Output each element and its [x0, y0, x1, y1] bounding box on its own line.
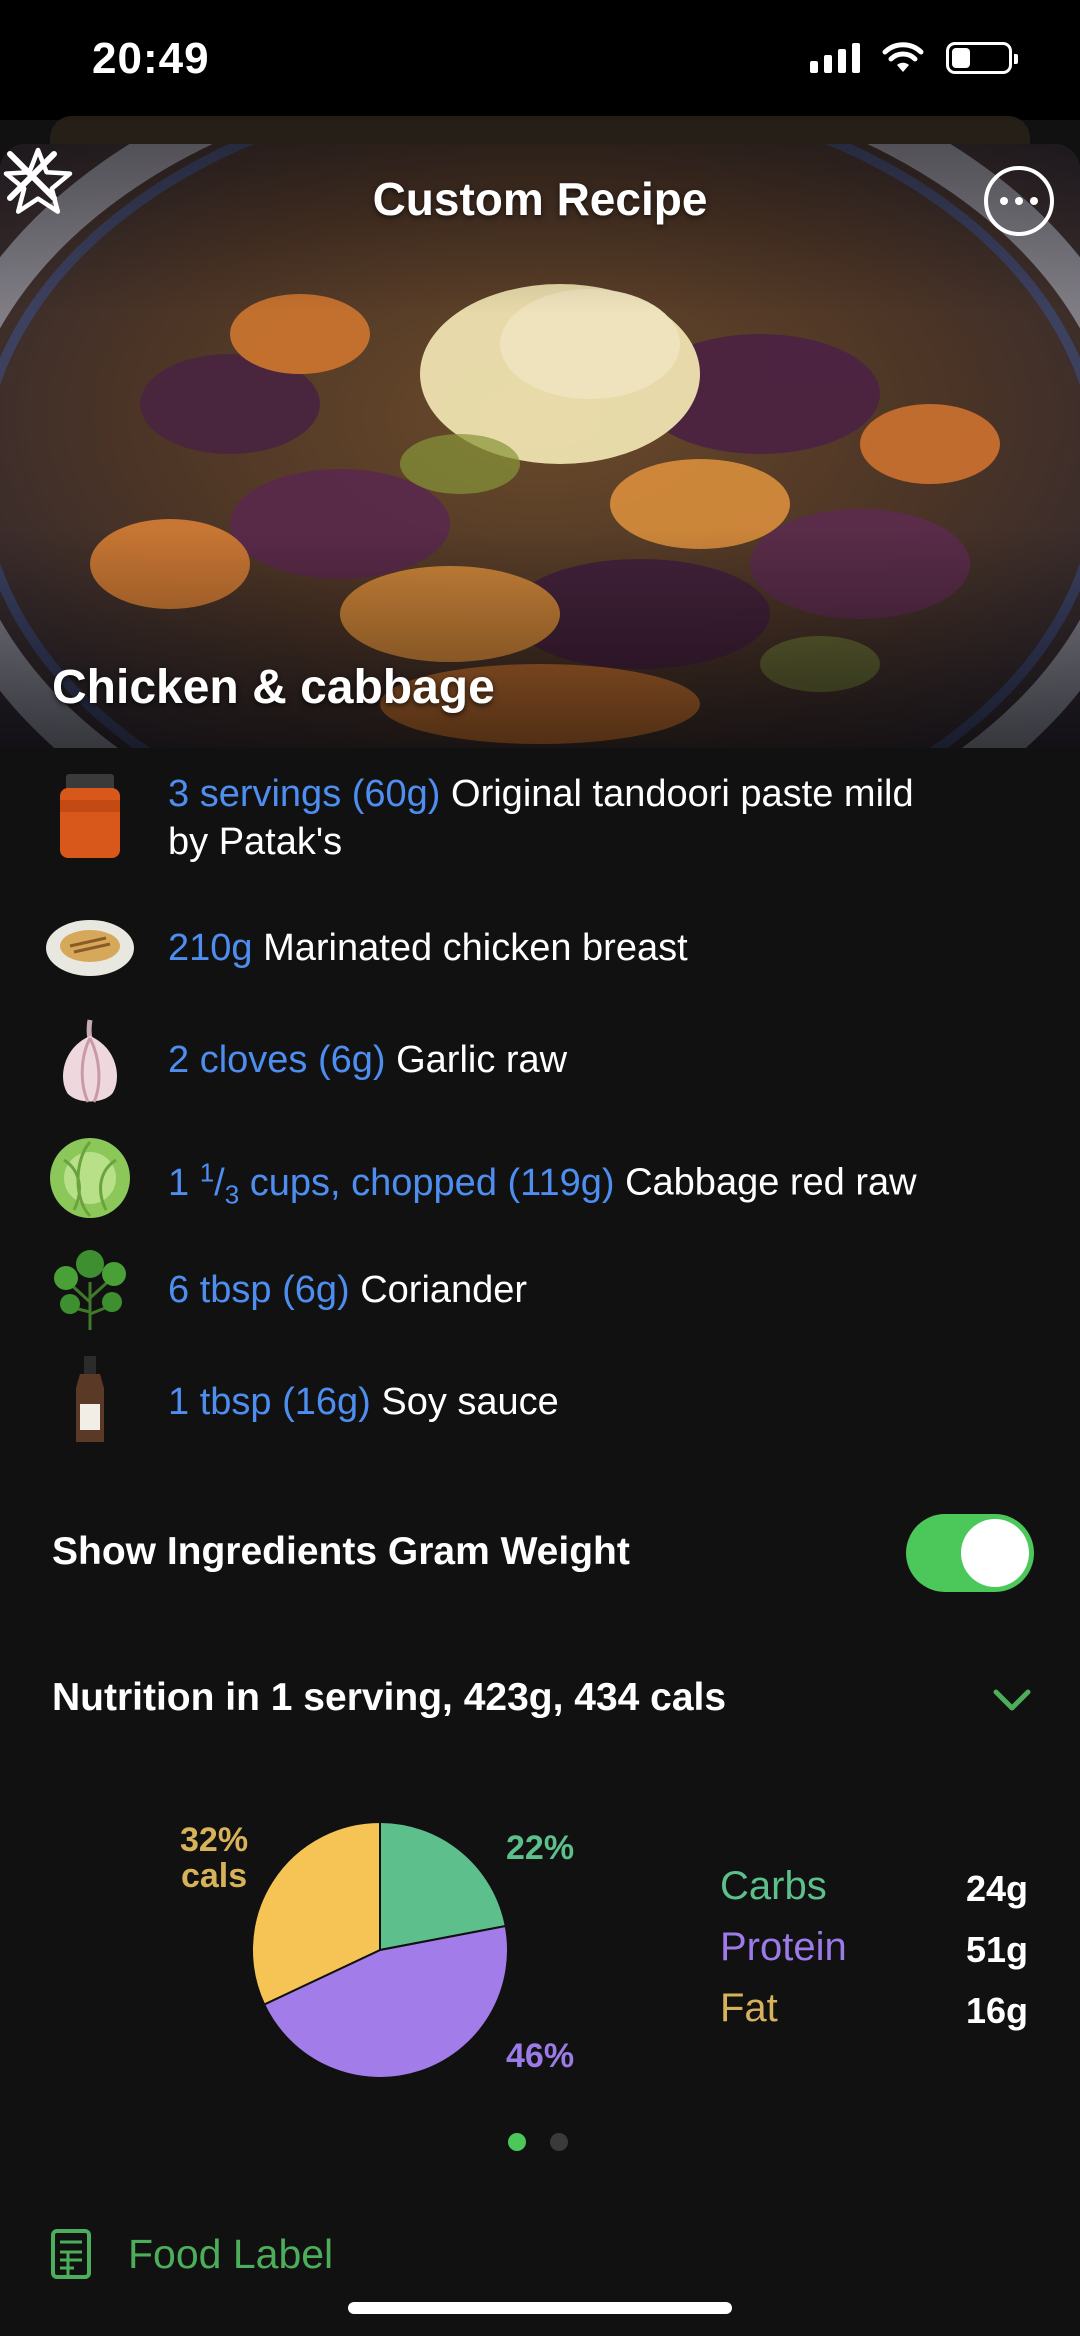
soy-sauce-bottle-icon [76, 1356, 104, 1442]
macro-value: 16g [965, 1990, 1028, 2031]
ingredient-name: Original tandoori paste mild [451, 773, 914, 815]
screen-title: Custom Recipe [372, 173, 708, 225]
carbs-percent-label: 22% [506, 1829, 575, 1867]
cabbage-icon [50, 1138, 130, 1218]
macro-name: Fat [720, 1986, 778, 2030]
fat-percent-label: 32% cals [180, 1822, 248, 1894]
ingredient-quantity: 6 tbsp (6g) [168, 1269, 350, 1311]
hero-bottom-shade [0, 528, 1080, 748]
ingredient-quantity: 3 servings (60g) [168, 773, 441, 815]
macro-pie-chart[interactable]: 32% cals 22% 46% [150, 1800, 630, 2100]
food-label-text: Food Label [128, 2230, 334, 2277]
gram-weight-toggle-label: Show Ingredients Gram Weight [52, 1530, 630, 1573]
status-time: 20:49 [92, 34, 210, 83]
ingredient-name: Marinated chicken breast [263, 927, 688, 969]
quantity-denominator: 3 [224, 1179, 240, 1210]
coriander-icon [54, 1250, 126, 1330]
ingredient-quantity: 1 tbsp (16g) [168, 1381, 371, 1423]
quantity-numerator: 1 [199, 1157, 215, 1187]
macro-value: 24g [965, 1868, 1028, 1909]
macro-row-protein: Protein 51g [720, 1925, 1040, 1986]
food-label-button[interactable]: Food Label [50, 2228, 333, 2280]
status-icons [810, 42, 1018, 74]
macro-name: Protein [720, 1925, 847, 1969]
nutrition-title: Nutrition in 1 serving, 423g, 434 cals [52, 1676, 727, 1719]
garlic-icon [63, 1019, 117, 1103]
macro-row-fat: Fat 16g [720, 1986, 1040, 2047]
more-options-icon[interactable] [984, 166, 1054, 236]
toggle-knob [961, 1519, 1029, 1587]
status-bar: 20:49 [0, 0, 1080, 120]
chevron-down-icon[interactable] [990, 1680, 1034, 1720]
recipe-photo: Custom Recipe Chicken & cabbage [0, 144, 1080, 748]
star-icon[interactable] [0, 144, 76, 220]
ingredient-quantity: 210g [168, 927, 253, 969]
gram-weight-toggle[interactable] [906, 1514, 1034, 1592]
home-indicator[interactable] [348, 2302, 732, 2314]
cellular-signal-icon [810, 43, 860, 73]
ingredient-name: Cabbage red raw [625, 1161, 917, 1204]
ingredient-quantity: 2 cloves (6g) [168, 1039, 386, 1081]
wifi-icon [882, 42, 924, 72]
ingredient-name: Coriander [360, 1269, 528, 1311]
battery-icon [946, 42, 1018, 74]
ingredient-name: Soy sauce [381, 1381, 559, 1423]
macro-name: Carbs [720, 1864, 827, 1908]
macro-row-carbs: Carbs 24g [720, 1864, 1040, 1925]
recipe-name: Chicken & cabbage [52, 661, 495, 714]
fat-percent-unit: cals [180, 1857, 248, 1895]
macro-legend: Carbs 24g Protein 51g Fat 16g [720, 1864, 1040, 2047]
quantity-whole: 1 [168, 1161, 200, 1204]
page-indicator[interactable] [508, 2133, 568, 2151]
tandoori-paste-jar-icon [60, 774, 120, 858]
chicken-plate-icon [46, 920, 134, 976]
protein-percent-label: 46% [506, 2037, 575, 2075]
quantity-slash: / [214, 1161, 225, 1204]
ingredient-quantity: 1 1/3 cups, chopped (119g) [168, 1157, 615, 1209]
macro-value: 51g [965, 1929, 1028, 1970]
page-dot[interactable] [550, 2133, 568, 2151]
food-label-icon [51, 2229, 91, 2279]
ingredient-name-continued: by Patak's [168, 821, 343, 863]
fat-percent-value: 32% [180, 1821, 249, 1859]
quantity-unit: cups, chopped (119g) [239, 1161, 615, 1204]
hero-top-shade [0, 144, 1080, 314]
ingredient-name: Garlic raw [396, 1039, 568, 1081]
page-dot-active[interactable] [508, 2133, 526, 2151]
